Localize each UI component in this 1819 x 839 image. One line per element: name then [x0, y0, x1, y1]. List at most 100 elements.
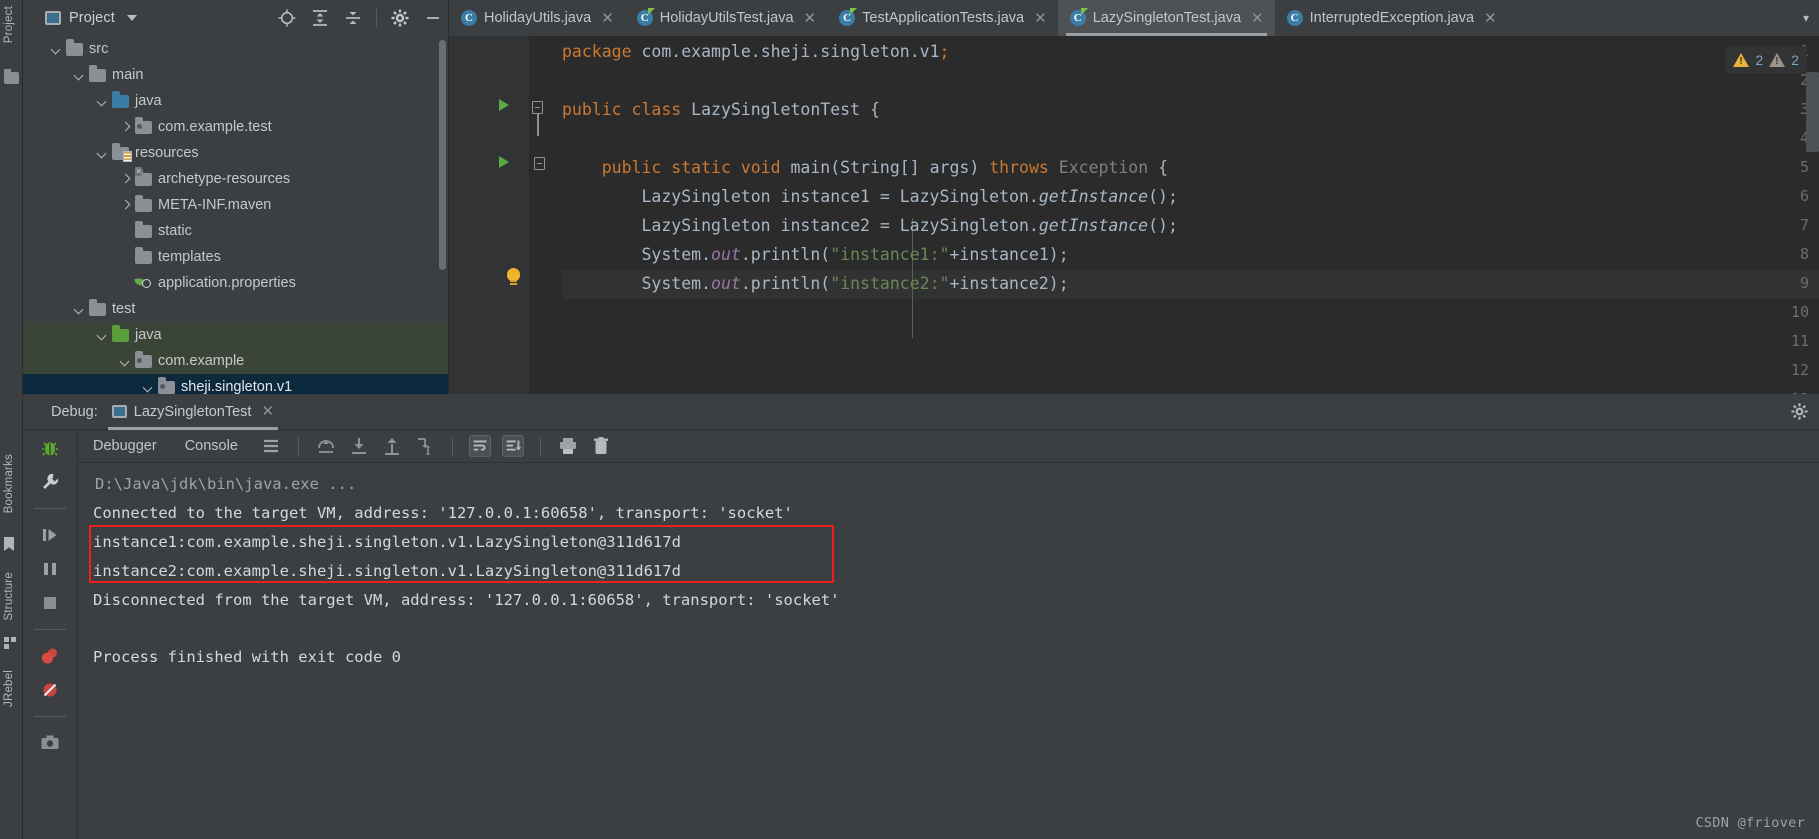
tree-node-resources[interactable]: resources: [23, 140, 449, 166]
code-editor[interactable]: 12345678910111213 package com.example.sh…: [449, 36, 1819, 394]
step-into-icon[interactable]: [348, 435, 370, 457]
scroll-to-end-icon[interactable]: [501, 435, 524, 457]
sidebar-item-structure[interactable]: Structure: [0, 570, 19, 622]
tree-node-label: main: [112, 67, 144, 83]
code-line[interactable]: System.out.println("instance1:"+instance…: [562, 245, 1068, 264]
editor-tab-holidayutils-java[interactable]: C HolidayUtils.java ✕: [449, 0, 625, 36]
step-over-icon[interactable]: [315, 435, 337, 457]
bug-icon[interactable]: [39, 437, 61, 459]
no-chevron: [118, 250, 132, 264]
code-token: {: [1158, 158, 1169, 177]
mute-breakpoints-icon[interactable]: [39, 679, 61, 701]
package-icon: [135, 351, 152, 368]
debug-actions-column[interactable]: [23, 430, 78, 839]
sidebar-item-bookmarks[interactable]: Bookmarks: [0, 452, 19, 515]
locate-icon[interactable]: [277, 8, 297, 28]
chevron-down-icon[interactable]: [118, 354, 132, 368]
code-token: ): [969, 158, 990, 177]
chevron-right-icon[interactable]: [118, 120, 132, 134]
minimize-icon[interactable]: [423, 8, 443, 28]
inspection-status-widget[interactable]: 2 2: [1725, 46, 1807, 73]
chevron-right-icon[interactable]: [118, 198, 132, 212]
chevron-down-icon[interactable]: [95, 146, 109, 160]
fold-method-icon[interactable]: [534, 157, 545, 170]
tab-close-icon[interactable]: ✕: [1034, 11, 1047, 26]
tab-close-icon[interactable]: ✕: [1251, 11, 1264, 26]
intention-bulb-icon[interactable]: [507, 268, 520, 282]
code-line[interactable]: LazySingleton instance2 = LazySingleton.…: [562, 216, 1177, 235]
fold-class-icon[interactable]: [532, 101, 543, 136]
code-token: .println(: [740, 274, 831, 293]
debug-configuration-tab[interactable]: LazySingletonTest ✕: [107, 394, 279, 430]
run-to-cursor-icon[interactable]: [414, 435, 436, 457]
tree-node-com-example-test[interactable]: com.example.test: [23, 114, 449, 140]
debug-tab-bar[interactable]: Debugger Console: [79, 430, 1819, 463]
tree-node-application-properties[interactable]: application.properties: [23, 270, 449, 296]
tab-close-icon[interactable]: ✕: [804, 11, 817, 26]
chevron-down-icon[interactable]: [95, 328, 109, 342]
tree-node-java[interactable]: java: [23, 88, 449, 114]
editor-tab-lazysingletontest-java[interactable]: C LazySingletonTest.java ✕: [1057, 0, 1275, 36]
panel-divider[interactable]: [448, 0, 449, 394]
view-breakpoints-icon[interactable]: [39, 645, 61, 667]
editor-tabs-overflow-chevron-down-icon[interactable]: ▾: [1793, 0, 1819, 36]
tree-node-src[interactable]: src: [23, 36, 449, 62]
code-line[interactable]: LazySingleton instance1 = LazySingleton.…: [562, 187, 1177, 206]
debug-settings-gear-icon[interactable]: [1790, 402, 1809, 421]
editor-tab-bar[interactable]: C HolidayUtils.java ✕ C HolidayUtilsTest.jav…: [449, 0, 1819, 36]
tree-node-meta-inf-maven[interactable]: META-INF.maven: [23, 192, 449, 218]
tab-close-icon[interactable]: ✕: [601, 11, 614, 26]
code-line[interactable]: package com.example.sheji.singleton.v1;: [562, 42, 949, 61]
gear-icon[interactable]: [390, 8, 410, 28]
code-line[interactable]: public static void main(String[] args) t…: [562, 158, 1168, 177]
chevron-down-icon[interactable]: [72, 302, 86, 316]
tree-node-archetype-resources[interactable]: archetype-resources: [23, 166, 449, 192]
pause-icon[interactable]: [39, 558, 61, 580]
run-class-gutter-icon[interactable]: [499, 99, 509, 111]
resume-icon[interactable]: [39, 524, 61, 546]
stop-icon[interactable]: [39, 592, 61, 614]
project-scrollbar[interactable]: [439, 40, 446, 270]
wrench-icon[interactable]: [39, 471, 61, 493]
console-line: Connected to the target VM, address: '12…: [93, 504, 793, 522]
layout-settings-icon[interactable]: [260, 435, 282, 457]
tree-node-java[interactable]: java: [23, 322, 449, 348]
tree-node-test[interactable]: test: [23, 296, 449, 322]
code-line[interactable]: public class LazySingletonTest {: [562, 100, 880, 119]
editor-tab-interruptedexception-java[interactable]: C InterruptedException.java ✕: [1275, 0, 1508, 36]
trash-icon[interactable]: [590, 435, 612, 457]
chevron-down-icon[interactable]: [72, 68, 86, 82]
tree-node-templates[interactable]: templates: [23, 244, 449, 270]
editor-scrollbar[interactable]: [1806, 72, 1819, 152]
sidebar-item-jrebel[interactable]: JRebel: [0, 668, 19, 709]
editor-tab-holidayutilstest-java[interactable]: C HolidayUtilsTest.java ✕: [625, 0, 827, 36]
close-icon[interactable]: ✕: [261, 404, 274, 419]
step-out-icon[interactable]: [381, 435, 403, 457]
chevron-down-icon[interactable]: [95, 94, 109, 108]
sidebar-item-project[interactable]: Project: [0, 4, 19, 45]
chevron-down-icon[interactable]: [141, 380, 155, 394]
tab-close-icon[interactable]: ✕: [1484, 11, 1497, 26]
chevron-down-icon[interactable]: [126, 15, 137, 21]
tab-debugger[interactable]: Debugger: [79, 430, 171, 463]
editor-tab-testapplicationtests-java[interactable]: C TestApplicationTests.java ✕: [827, 0, 1058, 36]
run-method-gutter-icon[interactable]: [499, 156, 509, 168]
chevron-down-icon[interactable]: [49, 42, 63, 56]
camera-icon[interactable]: [39, 732, 61, 754]
tree-node-static[interactable]: static: [23, 218, 449, 244]
watermark: CSDN @friover: [1695, 815, 1805, 831]
editor-fold-column[interactable]: [529, 36, 562, 394]
project-tree[interactable]: srcmain java com.example.test resources arch…: [23, 36, 449, 400]
folder-icon: [66, 39, 83, 56]
tree-node-com-example[interactable]: com.example: [23, 348, 449, 374]
print-icon[interactable]: [557, 435, 579, 457]
tab-console[interactable]: Console: [171, 430, 252, 463]
code-line[interactable]: System.out.println("instance2:"+instance…: [562, 274, 1068, 293]
chevron-right-icon[interactable]: [118, 172, 132, 186]
collapse-all-icon[interactable]: [343, 8, 363, 28]
console-output[interactable]: CSDN @friover D:\Java\jdk\bin\java.exe .…: [79, 463, 1819, 839]
soft-wrap-icon[interactable]: [468, 435, 491, 457]
expand-all-icon[interactable]: [310, 8, 330, 28]
tree-node-main[interactable]: main: [23, 62, 449, 88]
code-text[interactable]: package com.example.sheji.singleton.v1; p…: [562, 36, 1819, 394]
